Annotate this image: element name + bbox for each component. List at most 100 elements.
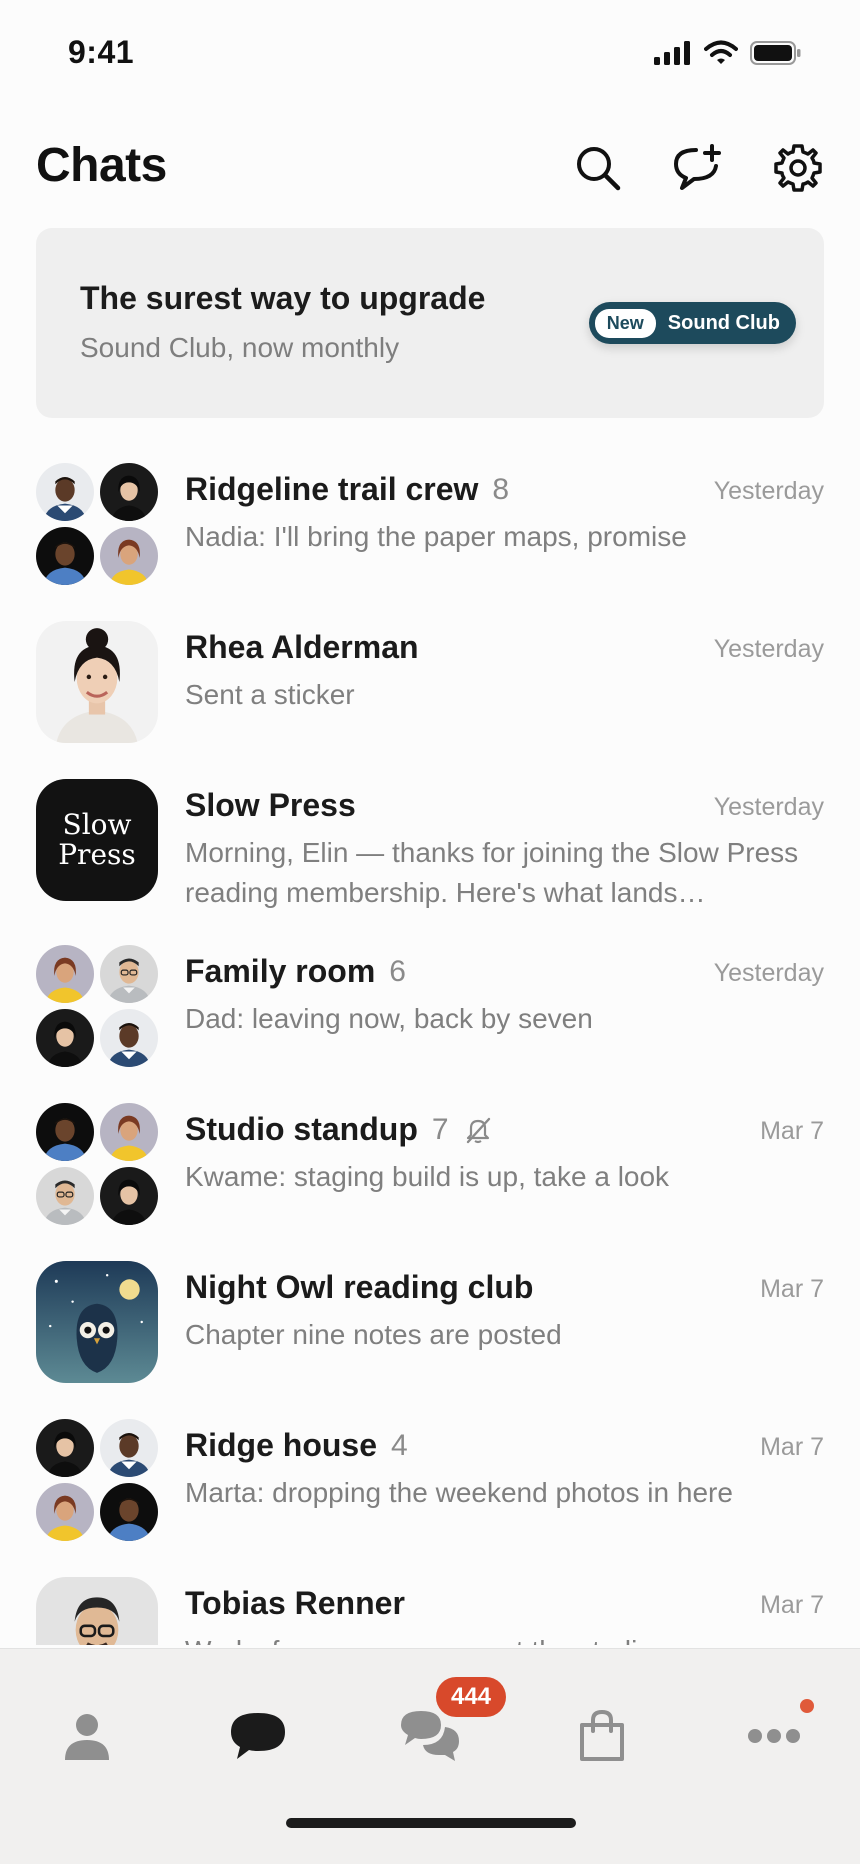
signal-icon (654, 41, 690, 65)
chat-preview: Chapter nine notes are posted (185, 1319, 562, 1350)
chat-preview: Works for me — see you at the studio (185, 1631, 825, 1645)
status-time: 9:41 (68, 34, 135, 70)
chat-time: Yesterday (713, 635, 824, 663)
group-avatar (36, 463, 158, 585)
logo-line: Slow (62, 808, 132, 841)
tab-shop[interactable] (562, 1701, 642, 1771)
member-avatar (36, 1419, 94, 1477)
member-avatar (36, 1167, 94, 1225)
chat-name: Studio standup (185, 1111, 418, 1147)
new-chat-button[interactable] (670, 140, 726, 196)
header: Chats (36, 130, 824, 210)
chat-time: Yesterday (713, 793, 824, 821)
chat-row[interactable]: Ridgeline trail crew 8 Yesterday Nadia: … (0, 463, 860, 613)
chat-row[interactable]: Slow Press Slow Press Yesterday Morning,… (0, 779, 860, 949)
promo-title: The surest way to upgrade (80, 280, 486, 316)
member-avatar (100, 463, 158, 521)
chat-row[interactable]: Night Owl reading club Mar 7 Chapter nin… (0, 1261, 860, 1411)
logo-line: Press (58, 838, 136, 871)
chat-time: Mar 7 (760, 1117, 824, 1145)
pill-label: Sound Club (667, 311, 780, 334)
chat-list: Ridgeline trail crew 8 Yesterday Nadia: … (0, 455, 860, 1645)
chat-time: Mar 7 (760, 1433, 824, 1461)
tab-profile[interactable] (47, 1701, 127, 1771)
member-avatar (100, 1009, 158, 1067)
status-bar: 9:41 (0, 0, 860, 100)
avatar (36, 1577, 158, 1645)
member-avatar (100, 1103, 158, 1161)
member-avatar (100, 1167, 158, 1225)
member-avatar (100, 1483, 158, 1541)
new-tag: New (594, 308, 656, 338)
group-chats-icon (401, 1711, 459, 1761)
chat-preview: Nadia: I'll bring the paper maps, promis… (185, 521, 687, 552)
member-count: 7 (431, 1112, 449, 1146)
chat-row[interactable]: Rhea Alderman Yesterday Sent a sticker (0, 621, 860, 771)
shopping-bag-icon (580, 1709, 624, 1761)
chat-time: Yesterday (713, 477, 824, 505)
avatar: Slow Press (36, 779, 158, 901)
member-count: 6 (389, 954, 406, 988)
search-icon (577, 147, 621, 191)
chat-preview: Dad: leaving now, back by seven (185, 1003, 593, 1034)
notification-dot (800, 1699, 814, 1713)
muted-bell-icon (466, 1117, 490, 1143)
chat-row[interactable]: Ridge house 4 Mar 7 Marta: dropping the … (0, 1419, 860, 1569)
chat-name: Slow Press (185, 787, 356, 823)
chat-bubble-icon (231, 1713, 285, 1759)
chat-name: Ridgeline trail crew (185, 471, 479, 507)
member-avatar (36, 463, 94, 521)
more-icon (748, 1729, 800, 1743)
sound-club-pill[interactable]: New Sound Club (588, 302, 796, 344)
person-avatar (36, 1577, 158, 1645)
member-avatar (100, 527, 158, 585)
new-chat-icon (674, 144, 721, 190)
group-avatar (36, 945, 158, 1067)
chat-row[interactable]: Studio standup 7 Mar 7 Kwame: staging bu… (0, 1103, 860, 1253)
member-count: 8 (492, 472, 510, 506)
chat-name: Family room (185, 953, 376, 989)
chat-name: Night Owl reading club (185, 1269, 534, 1305)
chat-row[interactable]: Tobias Renner Mar 7 Works for me — see y… (0, 1577, 860, 1645)
owl-avatar (36, 1261, 158, 1383)
member-avatar (36, 945, 94, 1003)
chat-preview: Marta: dropping the weekend photos in he… (185, 1477, 733, 1508)
member-avatar (36, 1103, 94, 1161)
person-avatar (36, 621, 158, 743)
unread-badge: 444 (436, 1677, 506, 1717)
avatar (36, 1261, 158, 1383)
gear-icon (774, 144, 822, 192)
page-title: Chats (36, 139, 167, 192)
slow-press-logo: Slow Press (36, 779, 158, 901)
tab-bar: 444 (0, 1648, 860, 1864)
chat-preview: Kwame: staging build is up, take a look (185, 1161, 670, 1192)
member-count: 4 (391, 1428, 408, 1462)
battery-icon (750, 41, 801, 65)
member-avatar (36, 1483, 94, 1541)
member-avatar (36, 527, 94, 585)
member-avatar (100, 945, 158, 1003)
group-avatar (36, 1419, 158, 1541)
promo-banner[interactable]: The surest way to upgrade Sound Club, no… (36, 228, 824, 418)
group-avatar (36, 1103, 158, 1225)
member-avatar (36, 1009, 94, 1067)
promo-subtitle: Sound Club, now monthly (80, 332, 400, 363)
avatar (36, 621, 158, 743)
settings-button[interactable] (770, 140, 826, 196)
chat-name: Ridge house (185, 1427, 378, 1463)
tab-chats[interactable] (218, 1701, 298, 1771)
chat-name: Rhea Alderman (185, 629, 419, 665)
search-button[interactable] (570, 140, 626, 196)
profile-icon (65, 1714, 109, 1760)
wifi-icon (704, 40, 738, 64)
home-indicator (286, 1818, 576, 1828)
chat-time: Mar 7 (760, 1591, 824, 1619)
chat-preview: Morning, Elin — thanks for joining the S… (185, 837, 799, 908)
member-avatar (100, 1419, 158, 1477)
chat-name: Tobias Renner (185, 1585, 405, 1621)
chat-preview: Sent a sticker (185, 679, 355, 710)
chat-time: Mar 7 (760, 1275, 824, 1303)
status-icons (654, 40, 802, 66)
chat-row[interactable]: Family room 6 Yesterday Dad: leaving now… (0, 945, 860, 1095)
chat-time: Yesterday (713, 959, 824, 987)
